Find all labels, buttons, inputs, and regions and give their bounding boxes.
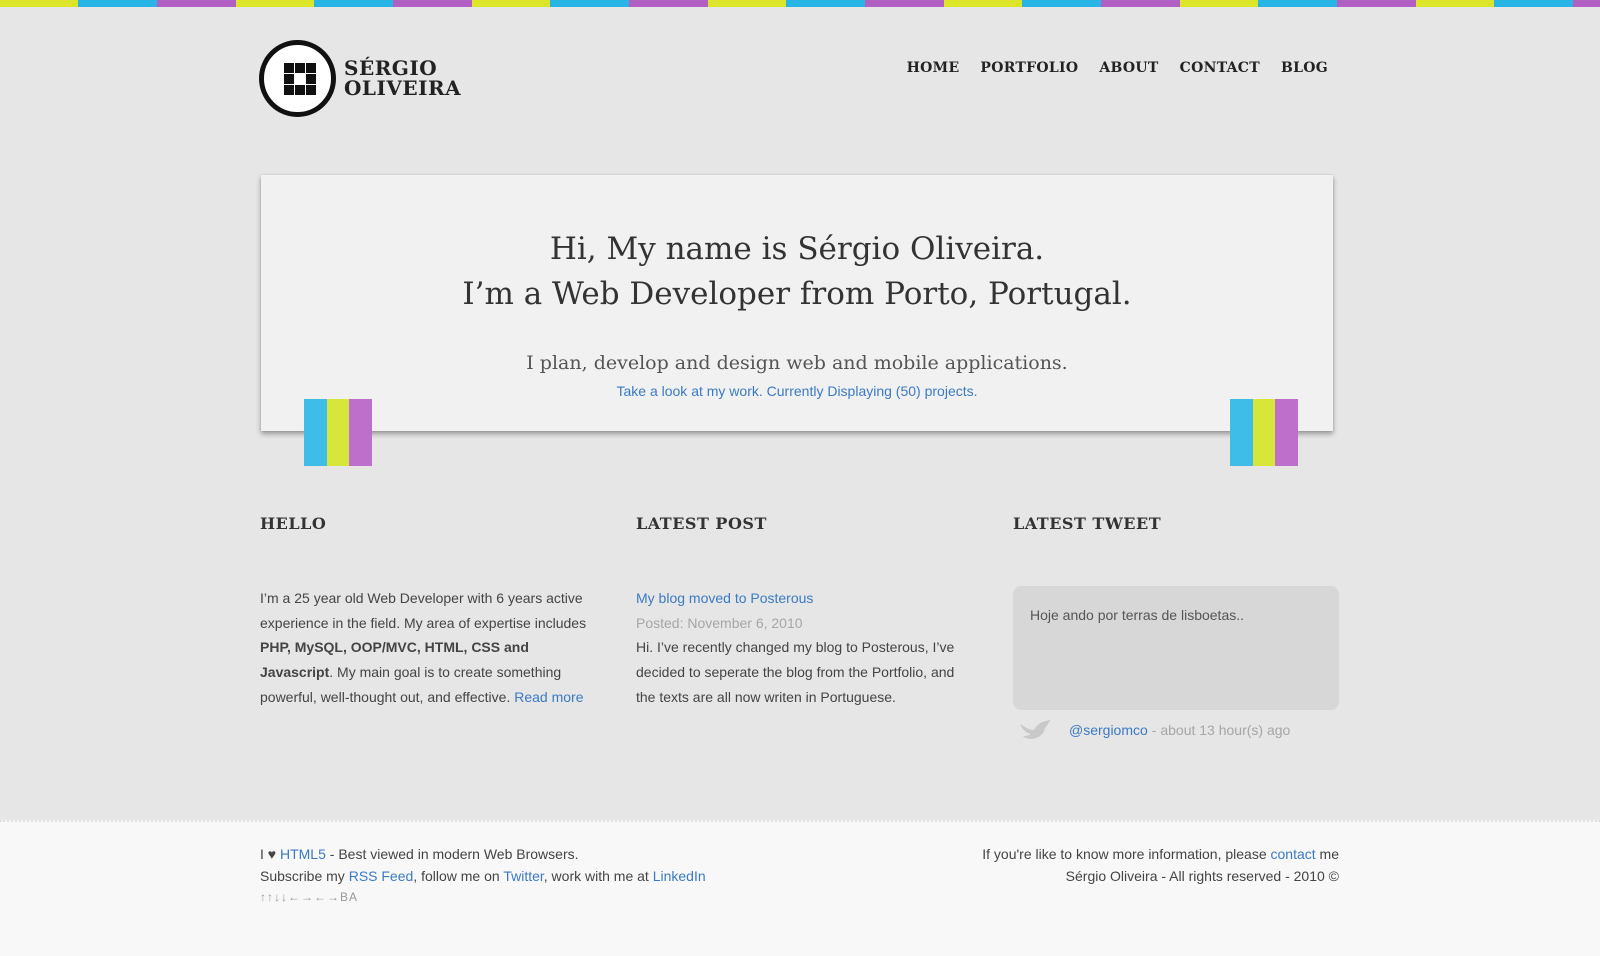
rss-feed-link[interactable]: RSS Feed bbox=[349, 868, 414, 884]
footer-info-text: If you're like to know more information,… bbox=[982, 846, 1271, 862]
latest-tweet-heading: LATEST TWEET bbox=[1013, 514, 1162, 533]
site-name-line1: SÉRGIO bbox=[344, 56, 438, 80]
footer-follow-text: , follow me on bbox=[413, 867, 504, 884]
color-ribbon-left bbox=[304, 399, 373, 466]
hero-title: Hi, My name is Sérgio Oliveira. I’m a We… bbox=[261, 227, 1333, 317]
hello-text: I’m a 25 year old Web Developer with 6 y… bbox=[260, 586, 590, 710]
footer-right: If you're like to know more information,… bbox=[982, 844, 1339, 887]
site-name-line2: OLIVEIRA bbox=[344, 76, 462, 100]
hello-text-part1: I’m a 25 year old Web Developer with 6 y… bbox=[260, 590, 587, 631]
latest-post-heading: LATEST POST bbox=[636, 514, 767, 533]
nav-portfolio[interactable]: PORTFOLIO bbox=[980, 60, 1078, 76]
hero-title-line1: Hi, My name is Sérgio Oliveira. bbox=[549, 231, 1045, 267]
main-nav: HOME PORTFOLIO ABOUT CONTACT BLOG bbox=[907, 60, 1328, 76]
latest-tweet-section: LATEST TWEET Hoje ando por terras de lis… bbox=[1013, 514, 1339, 742]
tweet-bubble: Hoje ando por terras de lisboetas.. bbox=[1013, 586, 1339, 710]
footer-work-text: , work with me at bbox=[543, 867, 653, 884]
latest-post-excerpt: Hi. I’ve recently changed my blog to Pos… bbox=[636, 639, 955, 705]
footer-copyright: Sérgio Oliveira - All rights reserved - … bbox=[1065, 867, 1339, 884]
latest-post-title-link[interactable]: My blog moved to Posterous bbox=[636, 590, 813, 606]
linkedin-link[interactable]: LinkedIn bbox=[653, 868, 706, 884]
twitter-bird-icon bbox=[1018, 718, 1052, 742]
color-ribbon-right bbox=[1230, 399, 1299, 466]
tweet-text: Hoje ando por terras de lisboetas.. bbox=[1030, 607, 1245, 623]
footer-line2: Subscribe my RSS Feed, follow me on Twit… bbox=[260, 866, 706, 888]
nav-blog[interactable]: BLOG bbox=[1281, 60, 1328, 76]
logo-icon[interactable] bbox=[259, 40, 336, 117]
hero-subtitle: I plan, develop and design web and mobil… bbox=[526, 352, 1068, 374]
latest-post-section: LATEST POST My blog moved to Posterous P… bbox=[636, 514, 966, 710]
hero-title-line2: I’m a Web Developer from Porto, Portugal… bbox=[462, 276, 1132, 312]
footer-left: I ♥ HTML5 - Best viewed in modern Web Br… bbox=[260, 844, 706, 909]
footer-contact-line: If you're like to know more information,… bbox=[982, 844, 1339, 866]
footer-subscribe-text: Subscribe my bbox=[260, 867, 349, 884]
nav-contact[interactable]: CONTACT bbox=[1180, 60, 1260, 76]
latest-post-date: Posted: November 6, 2010 bbox=[636, 614, 803, 631]
hello-heading: HELLO bbox=[260, 514, 327, 533]
footer-best-viewed: - Best viewed in modern Web Browsers. bbox=[325, 846, 579, 862]
footer-contact-link[interactable]: contact bbox=[1271, 846, 1316, 862]
page-wrapper: SÉRGIO OLIVEIRA HOME PORTFOLIO ABOUT CON… bbox=[0, 0, 1600, 820]
footer-me-text: me bbox=[1315, 846, 1339, 862]
nav-home[interactable]: HOME bbox=[907, 60, 960, 76]
footer-love-text: I ♥ bbox=[260, 846, 280, 862]
konami-code: ↑↑↓↓←→←→BA bbox=[260, 890, 359, 904]
tweet-handle-link[interactable]: @sergiomco bbox=[1069, 722, 1148, 738]
hero-card: Hi, My name is Sérgio Oliveira. I’m a We… bbox=[261, 175, 1333, 431]
footer-line1: I ♥ HTML5 - Best viewed in modern Web Br… bbox=[260, 844, 706, 866]
twitter-link[interactable]: Twitter bbox=[503, 868, 543, 884]
nav-about[interactable]: ABOUT bbox=[1099, 60, 1158, 76]
portfolio-link[interactable]: Take a look at my work. Currently Displa… bbox=[261, 383, 1333, 399]
site-name[interactable]: SÉRGIO OLIVEIRA bbox=[344, 58, 461, 98]
hello-section: HELLO I’m a 25 year old Web Developer wi… bbox=[260, 514, 590, 710]
read-more-link[interactable]: Read more bbox=[514, 689, 583, 705]
html5-link[interactable]: HTML5 bbox=[280, 846, 326, 862]
footer: I ♥ HTML5 - Best viewed in modern Web Br… bbox=[0, 820, 1600, 956]
tweet-time: - about 13 hour(s) ago bbox=[1151, 722, 1291, 738]
logo-mark bbox=[284, 63, 316, 95]
tweet-meta: @sergiomco - about 13 hour(s) ago bbox=[1013, 718, 1339, 742]
